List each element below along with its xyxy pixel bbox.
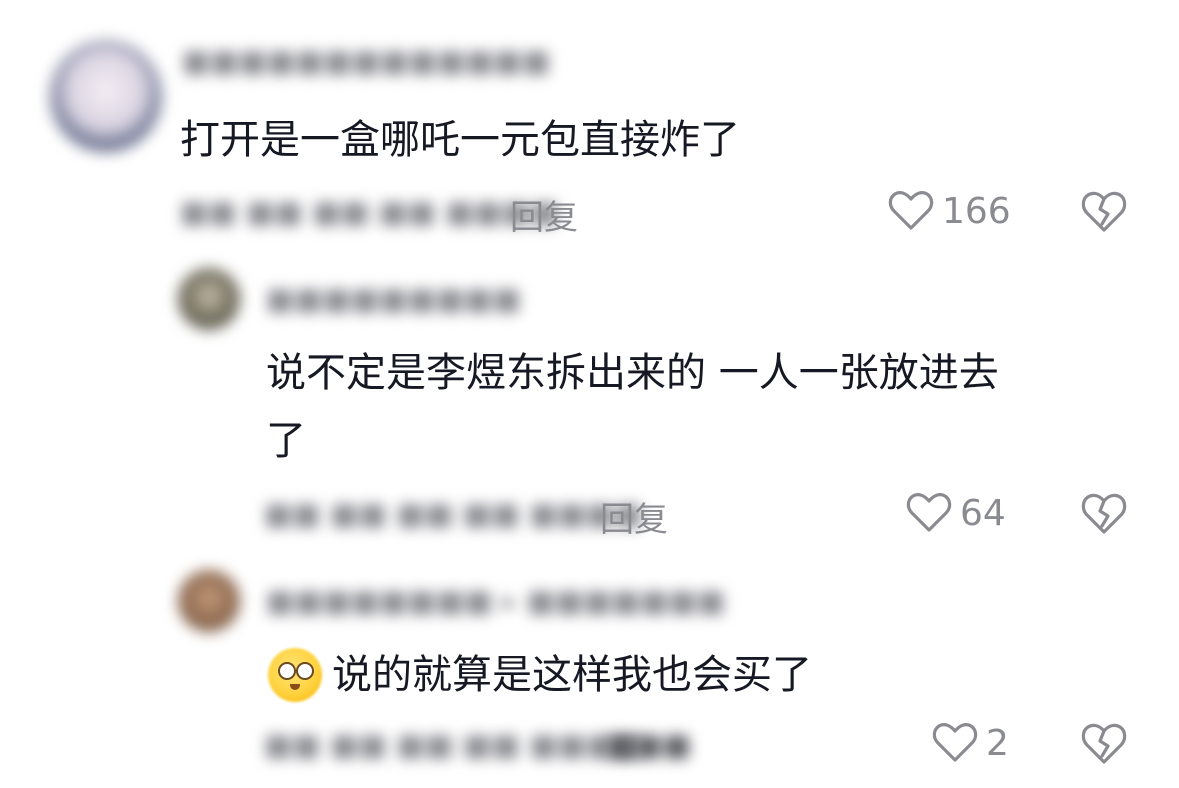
comment-text: 说不定是李煜东拆出来的 一人一张放进去: [266, 350, 999, 396]
avatar[interactable]: [178, 268, 240, 330]
broken-heart-icon: [1080, 492, 1128, 536]
like-button[interactable]: 2: [932, 722, 1009, 764]
like-count: 64: [960, 492, 1006, 534]
comment-meta: ■■ ■■ ■■:■■ ■■■■: [180, 195, 559, 230]
heart-outline-icon: [888, 190, 934, 232]
heart-outline-icon: [932, 722, 978, 764]
reply-button[interactable]: ■■■: [606, 728, 691, 763]
username[interactable]: ■■■■■■■■■: [266, 282, 521, 317]
comment-text-continued: 了: [266, 418, 306, 464]
broken-heart-icon: [1080, 190, 1128, 234]
username[interactable]: ■■■■■■■■■■■■■: [182, 44, 550, 79]
username[interactable]: ■■■■■■■■ ▸ ■■■■■■■: [266, 584, 725, 619]
comment-text: 打开是一盒哪吒一元包直接炸了: [180, 117, 740, 163]
avatar[interactable]: [178, 570, 240, 632]
reply-button[interactable]: 回复: [510, 190, 578, 239]
like-button[interactable]: 166: [888, 190, 1011, 232]
like-button[interactable]: 64: [906, 492, 1006, 534]
dislike-button[interactable]: [1080, 492, 1128, 536]
broken-heart-icon: [1080, 722, 1128, 766]
pleading-face-emoji: [268, 648, 322, 702]
heart-outline-icon: [906, 492, 952, 534]
dislike-button[interactable]: [1080, 190, 1128, 234]
like-count: 2: [986, 722, 1009, 764]
dislike-button[interactable]: [1080, 722, 1128, 766]
avatar[interactable]: [50, 40, 162, 152]
like-count: 166: [942, 190, 1011, 232]
comment-meta: ■■ ■■ ■■:■■ ■■■■: [264, 728, 643, 763]
comment-text: 说的就算是这样我也会买了: [332, 652, 812, 698]
comment-meta: ■■ ■■ ■■:■■ ■■■■: [264, 497, 643, 532]
reply-button[interactable]: 回复: [600, 492, 668, 541]
